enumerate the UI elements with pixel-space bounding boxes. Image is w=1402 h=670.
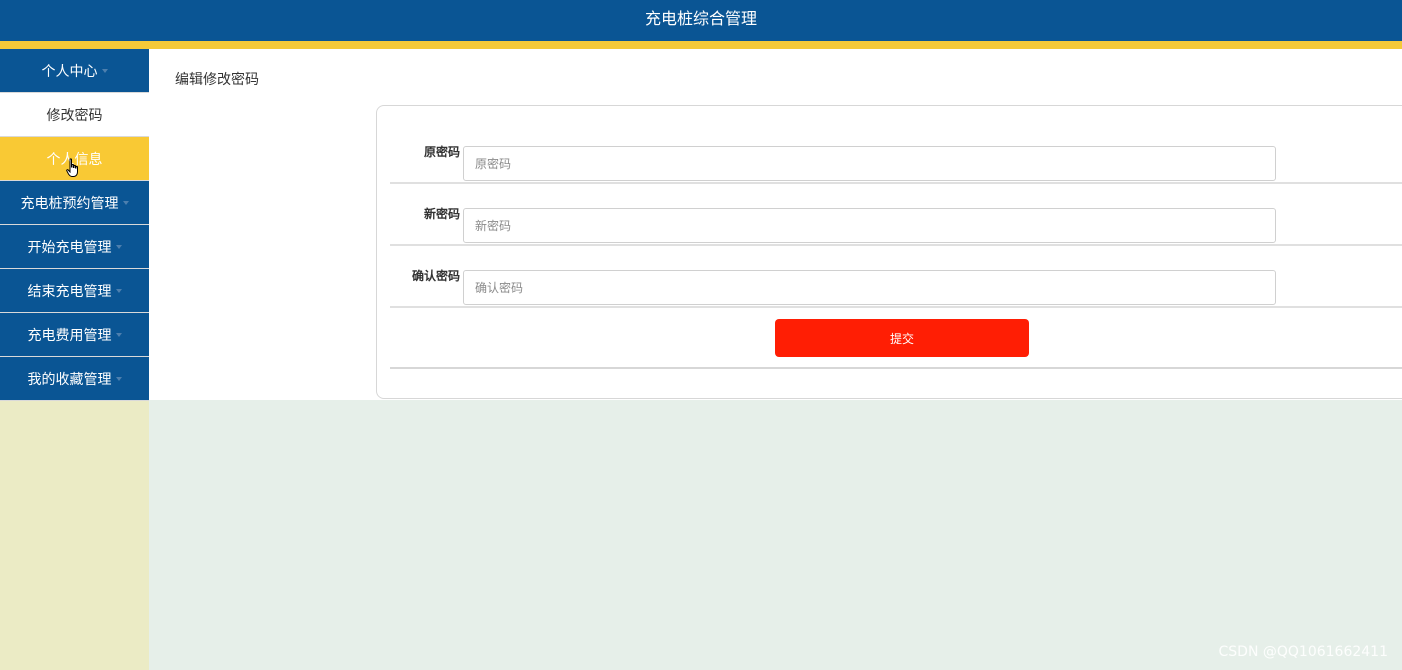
sidebar: 个人中心 修改密码 个人信息 充电桩预约管理 开始充电管理 结束充电管理 充电费… — [0, 49, 149, 670]
sidebar-item-label: 充电桩预约管理 — [20, 195, 119, 212]
old-password-label: 原密码 — [423, 144, 460, 159]
sidebar-item-reservation[interactable]: 充电桩预约管理 — [0, 181, 149, 225]
sidebar-item-change-password[interactable]: 修改密码 — [0, 93, 149, 137]
form-row-confirm-password: 确认密码 — [390, 244, 1402, 308]
form-row-old-password: 原密码 — [390, 120, 1402, 184]
chevron-down-icon — [115, 376, 122, 381]
chevron-down-icon — [115, 244, 122, 249]
sidebar-item-personal-center[interactable]: 个人中心 — [0, 49, 149, 93]
form-row-new-password: 新密码 — [390, 182, 1402, 246]
sidebar-item-label: 结束充电管理 — [27, 283, 112, 300]
chevron-down-icon — [115, 288, 122, 293]
confirm-password-label: 确认密码 — [411, 268, 460, 283]
new-password-input[interactable] — [463, 208, 1276, 243]
old-password-input[interactable] — [463, 146, 1276, 181]
new-password-label: 新密码 — [423, 206, 460, 221]
hand-cursor-icon — [66, 158, 80, 180]
sidebar-item-favorites[interactable]: 我的收藏管理 — [0, 357, 149, 401]
sidebar-item-end-charging[interactable]: 结束充电管理 — [0, 269, 149, 313]
sidebar-item-label: 个人中心 — [41, 63, 98, 80]
chevron-down-icon — [115, 332, 122, 337]
sidebar-item-label: 修改密码 — [46, 107, 103, 124]
sidebar-item-label: 充电费用管理 — [27, 327, 112, 344]
watermark: CSDN @QQ1061662411 — [1218, 644, 1388, 660]
main-content: 编辑修改密码 原密码 新密码 确认密码 提交 — [149, 49, 1402, 400]
submit-button[interactable]: 提交 — [775, 319, 1029, 357]
chevron-down-icon — [101, 68, 108, 73]
chevron-down-icon — [122, 200, 129, 205]
header-accent-bar — [0, 41, 1402, 49]
app-header: 充电桩综合管理 — [0, 0, 1402, 41]
confirm-password-input[interactable] — [463, 270, 1276, 305]
sidebar-item-charging-fee[interactable]: 充电费用管理 — [0, 313, 149, 357]
password-form: 原密码 新密码 确认密码 提交 — [376, 105, 1402, 399]
form-row-submit: 提交 — [390, 307, 1402, 369]
page-title: 编辑修改密码 — [175, 72, 259, 88]
app-title: 充电桩综合管理 — [644, 9, 757, 28]
sidebar-item-start-charging[interactable]: 开始充电管理 — [0, 225, 149, 269]
sidebar-item-label: 开始充电管理 — [27, 239, 112, 256]
sidebar-item-label: 我的收藏管理 — [27, 371, 112, 388]
